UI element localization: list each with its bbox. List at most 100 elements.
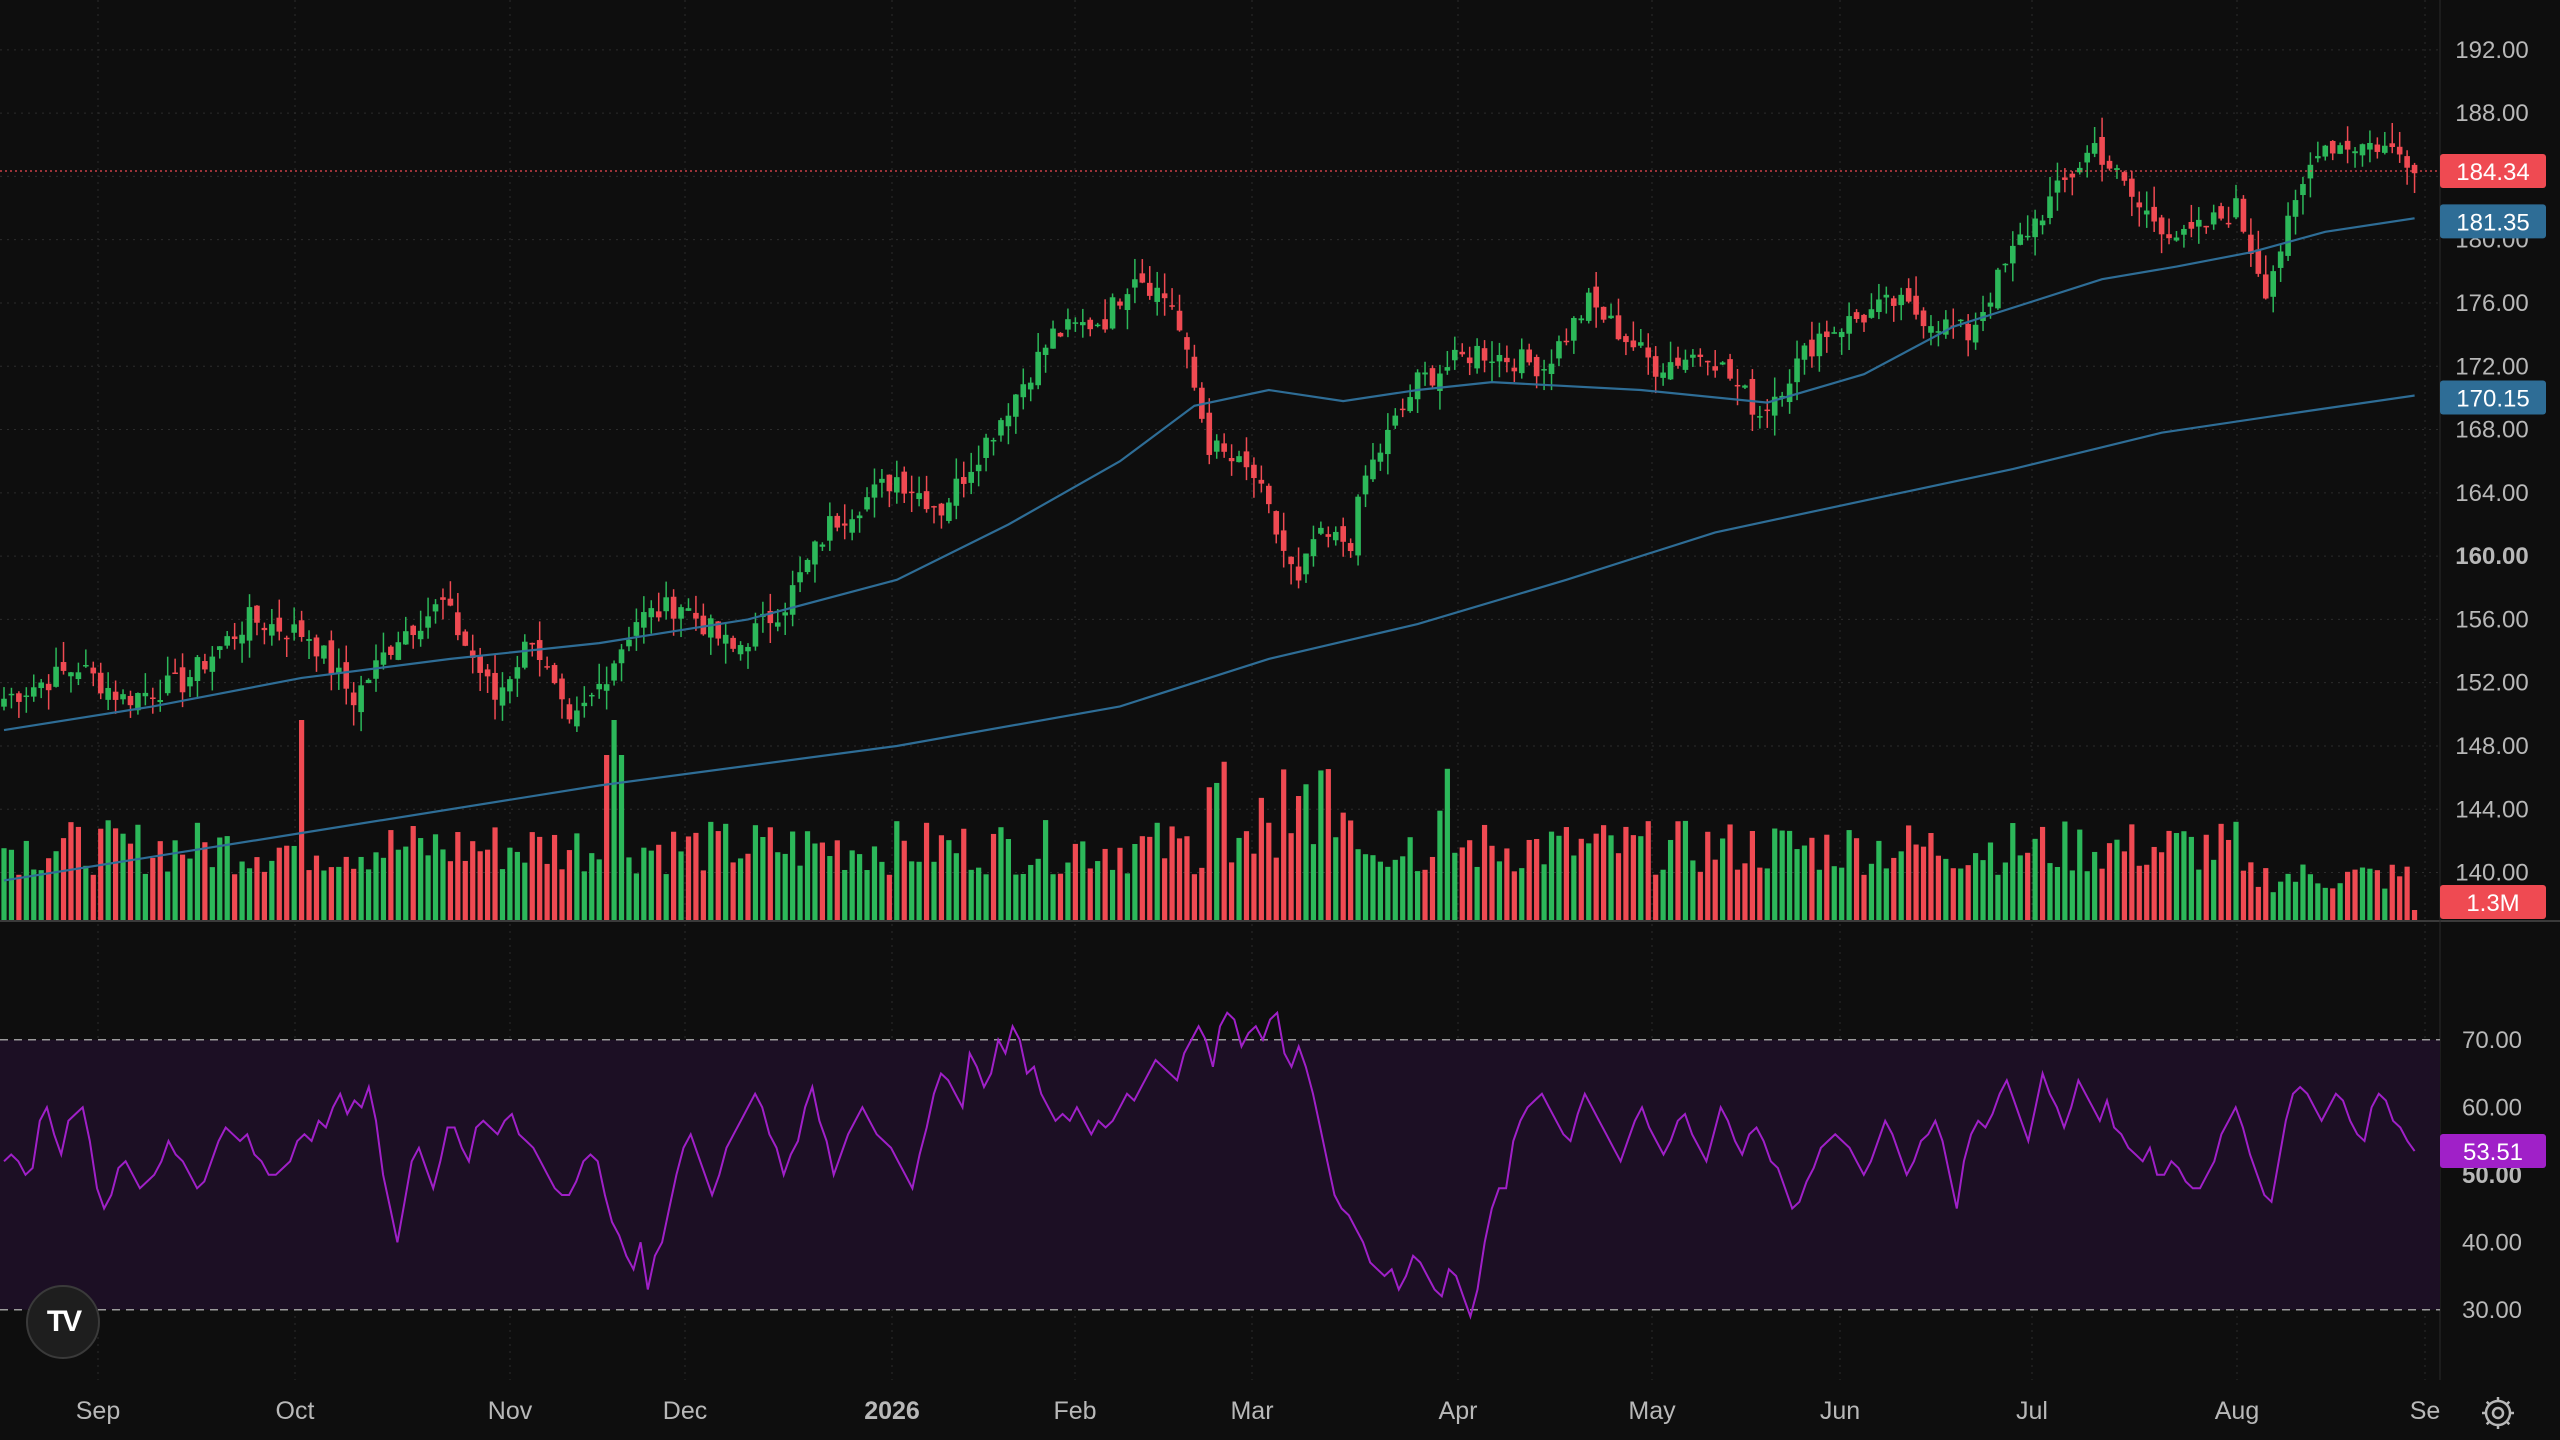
candle-body [1013,394,1019,417]
tradingview-logo[interactable]: TV [26,1285,100,1359]
candle-body [626,639,632,647]
volume-bar [663,874,669,920]
candle-body [946,502,952,521]
volume-bar [2099,868,2105,920]
candle-body [1080,322,1086,326]
stock-chart[interactable]: 192.00188.00180.00176.00172.00168.00164.… [0,0,2560,1440]
candle-body [2106,160,2113,169]
candle-body [953,478,960,506]
volume-bar [931,861,937,920]
volume-bar [968,869,974,920]
volume-bar [380,857,387,920]
time-tick-label: Sep [76,1397,120,1425]
volume-bar [2136,865,2142,920]
time-tick-label: Feb [1053,1397,1096,1425]
candle-body [477,655,483,673]
candle-body [425,616,431,628]
volume-bar [1935,855,1941,920]
price-tick-label: 152.00 [2455,670,2528,697]
candle-body [1466,357,1473,364]
volume-bar [187,858,193,920]
volume-bar [142,873,148,920]
candle-body [931,506,937,508]
candle-body [492,672,498,700]
volume-bar [1638,836,1644,920]
volume-bar [1660,869,1666,920]
time-tick-label: Nov [488,1397,533,1425]
volume-bar [1087,868,1093,920]
volume-bar [492,827,498,920]
candle-body [440,597,446,600]
price-tick-label: 164.00 [2455,480,2528,507]
candle-body [2136,202,2143,208]
candle-body [2352,151,2358,154]
volume-bar [1764,868,1770,920]
volume-bar [1013,874,1019,920]
candle-body [1176,310,1183,331]
candle-body [722,634,729,644]
volume-bar [782,853,788,920]
candle-body [97,672,104,694]
volume-bar [1400,856,1406,920]
candle-body [1169,305,1175,307]
volume-bar [351,868,357,920]
time-tick-label: Jun [1820,1397,1860,1425]
volume-bar [2062,821,2068,920]
volume-bar [1496,861,1503,920]
volume-bar [611,720,617,920]
volume-bar [2248,862,2254,920]
candle-body [313,637,320,657]
candle-body [1883,294,1890,298]
volume-bar [566,850,573,920]
volume-bar [246,868,253,920]
volume-bar [440,849,446,920]
candle-body [2099,136,2105,165]
candle-body [216,646,223,650]
volume-bar [328,867,334,920]
gear-icon[interactable] [2478,1393,2518,1433]
volume-bar [2218,823,2224,920]
volume-bar [418,838,424,920]
candle-body [2277,251,2284,268]
volume-bar [239,861,245,920]
candle-body [1838,331,1845,338]
candle-body [2300,184,2306,196]
candle-body [1526,349,1532,363]
volume-bar [1437,810,1443,920]
volume-bar [1221,761,1227,920]
volume-bar [2010,823,2016,920]
candle-body [2047,196,2053,218]
volume-bar [1229,862,1235,920]
ma-fast-line [3,217,2415,732]
volume-bar [2196,869,2202,920]
volume-bar [551,834,558,920]
candle-body [1332,531,1339,541]
candle-body [1474,345,1480,369]
volume-bar [618,755,625,920]
volume-bar [529,832,535,920]
candle-body [2181,228,2187,235]
candle-body [2069,173,2076,178]
volume-bar [1920,846,1927,920]
volume-bar [1072,843,1078,920]
candle-body [209,656,216,672]
candle-body [529,642,536,645]
volume-bar [1519,868,1525,920]
candle-body [172,672,178,675]
volume-bar [708,821,714,920]
candle-body [447,598,454,606]
candle-body [269,624,275,636]
candle-body [261,627,268,631]
candle-body [1600,306,1607,320]
candle-body [1117,301,1123,306]
volume-bar [2039,826,2046,920]
time-tick-label: Mar [1230,1397,1273,1425]
candle-body [1414,372,1421,400]
candle-body [2240,198,2247,232]
candle-body [1273,511,1280,535]
candle-body [395,642,402,660]
price-tick-label: 188.00 [2455,100,2528,127]
volume-bar [1980,860,1986,920]
candle-body [581,702,588,707]
rsi-tick-label: 30.00 [2462,1297,2522,1324]
